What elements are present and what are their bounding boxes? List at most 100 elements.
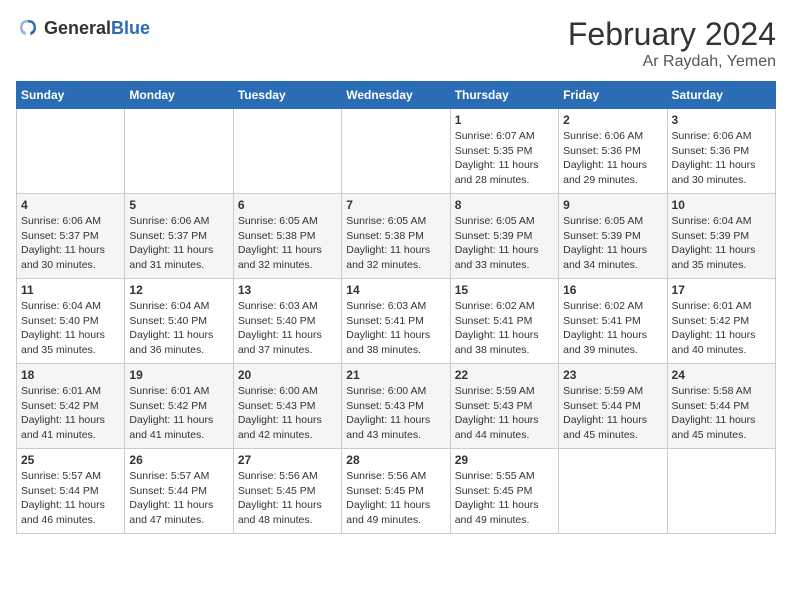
day-detail: Sunrise: 5:58 AMSunset: 5:44 PMDaylight:… [672, 384, 771, 443]
logo-text: GeneralBlue [44, 18, 150, 39]
calendar-cell: 28 Sunrise: 5:56 AMSunset: 5:45 PMDayligh… [342, 449, 450, 534]
calendar-cell: 2 Sunrise: 6:06 AMSunset: 5:36 PMDaylight… [559, 109, 667, 194]
logo-blue: Blue [111, 18, 150, 38]
day-number: 17 [672, 283, 771, 297]
day-detail: Sunrise: 5:57 AMSunset: 5:44 PMDaylight:… [21, 469, 120, 528]
calendar-cell: 12Sunrise: 6:04 AMSunset: 5:40 PMDayligh… [125, 279, 233, 364]
calendar-week-2: 4 Sunrise: 6:06 AMSunset: 5:37 PMDaylight… [17, 194, 776, 279]
day-detail: Sunrise: 6:05 AMSunset: 5:39 PMDaylight:… [455, 214, 554, 273]
calendar-cell: 5 Sunrise: 6:06 AMSunset: 5:37 PMDaylight… [125, 194, 233, 279]
day-detail: Sunrise: 5:57 AMSunset: 5:44 PMDaylight:… [129, 469, 228, 528]
day-number: 9 [563, 198, 662, 212]
day-number: 6 [238, 198, 337, 212]
day-number: 14 [346, 283, 445, 297]
calendar-cell: 29 Sunrise: 5:55 AMSunset: 5:45 PMDayligh… [450, 449, 558, 534]
calendar-cell: 16 Sunrise: 6:02 AMSunset: 5:41 PMDayligh… [559, 279, 667, 364]
day-number: 8 [455, 198, 554, 212]
calendar-header-row: SundayMondayTuesdayWednesdayThursdayFrid… [17, 82, 776, 109]
day-number: 26 [129, 453, 228, 467]
main-title: February 2024 [568, 16, 776, 53]
calendar-cell [17, 109, 125, 194]
calendar-cell [342, 109, 450, 194]
day-number: 3 [672, 113, 771, 127]
day-number: 20 [238, 368, 337, 382]
day-detail: Sunrise: 6:01 AMSunset: 5:42 PMDaylight:… [129, 384, 228, 443]
day-number: 16 [563, 283, 662, 297]
day-detail: Sunrise: 6:00 AMSunset: 5:43 PMDaylight:… [346, 384, 445, 443]
column-header-wednesday: Wednesday [342, 82, 450, 109]
day-detail: Sunrise: 6:06 AMSunset: 5:36 PMDaylight:… [563, 129, 662, 188]
calendar-cell: 8 Sunrise: 6:05 AMSunset: 5:39 PMDaylight… [450, 194, 558, 279]
day-detail: Sunrise: 6:03 AMSunset: 5:41 PMDaylight:… [346, 299, 445, 358]
day-detail: Sunrise: 5:56 AMSunset: 5:45 PMDaylight:… [346, 469, 445, 528]
calendar-cell: 17 Sunrise: 6:01 AMSunset: 5:42 PMDayligh… [667, 279, 775, 364]
column-header-sunday: Sunday [17, 82, 125, 109]
calendar-cell: 19Sunrise: 6:01 AMSunset: 5:42 PMDayligh… [125, 364, 233, 449]
day-number: 1 [455, 113, 554, 127]
calendar-cell: 13 Sunrise: 6:03 AMSunset: 5:40 PMDayligh… [233, 279, 341, 364]
day-number: 25 [21, 453, 120, 467]
day-number: 2 [563, 113, 662, 127]
logo-icon [16, 16, 40, 40]
day-number: 4 [21, 198, 120, 212]
day-number: 28 [346, 453, 445, 467]
day-number: 18 [21, 368, 120, 382]
calendar-week-5: 25 Sunrise: 5:57 AMSunset: 5:44 PMDayligh… [17, 449, 776, 534]
calendar-cell: 3 Sunrise: 6:06 AMSunset: 5:36 PMDaylight… [667, 109, 775, 194]
day-detail: Sunrise: 6:06 AMSunset: 5:37 PMDaylight:… [129, 214, 228, 273]
day-detail: Sunrise: 6:06 AMSunset: 5:37 PMDaylight:… [21, 214, 120, 273]
day-detail: Sunrise: 5:59 AMSunset: 5:43 PMDaylight:… [455, 384, 554, 443]
calendar-cell: 27 Sunrise: 5:56 AMSunset: 5:45 PMDayligh… [233, 449, 341, 534]
calendar-cell [559, 449, 667, 534]
day-detail: Sunrise: 6:02 AMSunset: 5:41 PMDaylight:… [563, 299, 662, 358]
day-detail: Sunrise: 6:02 AMSunset: 5:41 PMDaylight:… [455, 299, 554, 358]
day-detail: Sunrise: 6:05 AMSunset: 5:39 PMDaylight:… [563, 214, 662, 273]
day-number: 29 [455, 453, 554, 467]
calendar-cell: 18Sunrise: 6:01 AMSunset: 5:42 PMDayligh… [17, 364, 125, 449]
day-detail: Sunrise: 5:55 AMSunset: 5:45 PMDaylight:… [455, 469, 554, 528]
logo: GeneralBlue [16, 16, 150, 40]
day-number: 5 [129, 198, 228, 212]
title-section: February 2024 Ar Raydah, Yemen [568, 16, 776, 71]
logo-general: General [44, 18, 111, 38]
calendar-cell: 25 Sunrise: 5:57 AMSunset: 5:44 PMDayligh… [17, 449, 125, 534]
day-detail: Sunrise: 6:04 AMSunset: 5:40 PMDaylight:… [21, 299, 120, 358]
day-detail: Sunrise: 5:56 AMSunset: 5:45 PMDaylight:… [238, 469, 337, 528]
calendar-cell: 21 Sunrise: 6:00 AMSunset: 5:43 PMDayligh… [342, 364, 450, 449]
day-number: 12 [129, 283, 228, 297]
day-number: 13 [238, 283, 337, 297]
calendar-week-3: 11Sunrise: 6:04 AMSunset: 5:40 PMDayligh… [17, 279, 776, 364]
column-header-monday: Monday [125, 82, 233, 109]
day-number: 22 [455, 368, 554, 382]
calendar-cell [233, 109, 341, 194]
day-number: 27 [238, 453, 337, 467]
calendar-cell: 14 Sunrise: 6:03 AMSunset: 5:41 PMDayligh… [342, 279, 450, 364]
calendar-cell: 4 Sunrise: 6:06 AMSunset: 5:37 PMDaylight… [17, 194, 125, 279]
subtitle: Ar Raydah, Yemen [568, 53, 776, 71]
calendar-cell: 23Sunrise: 5:59 AMSunset: 5:44 PMDayligh… [559, 364, 667, 449]
day-detail: Sunrise: 6:05 AMSunset: 5:38 PMDaylight:… [238, 214, 337, 273]
day-detail: Sunrise: 6:01 AMSunset: 5:42 PMDaylight:… [672, 299, 771, 358]
calendar-cell [125, 109, 233, 194]
day-detail: Sunrise: 6:06 AMSunset: 5:36 PMDaylight:… [672, 129, 771, 188]
column-header-thursday: Thursday [450, 82, 558, 109]
calendar-week-4: 18 Sunrise: 6:01 AMSunset: 5:42 PMDayligh… [17, 364, 776, 449]
calendar-cell: 24Sunrise: 5:58 AMSunset: 5:44 PMDayligh… [667, 364, 775, 449]
calendar-week-1: 1 Sunrise: 6:07 AMSunset: 5:35 PMDaylight… [17, 109, 776, 194]
calendar-cell: 7 Sunrise: 6:05 AMSunset: 5:38 PMDaylight… [342, 194, 450, 279]
day-number: 21 [346, 368, 445, 382]
calendar-cell [667, 449, 775, 534]
day-detail: Sunrise: 6:07 AMSunset: 5:35 PMDaylight:… [455, 129, 554, 188]
calendar-cell: 11Sunrise: 6:04 AMSunset: 5:40 PMDayligh… [17, 279, 125, 364]
day-detail: Sunrise: 6:05 AMSunset: 5:38 PMDaylight:… [346, 214, 445, 273]
day-detail: Sunrise: 6:03 AMSunset: 5:40 PMDaylight:… [238, 299, 337, 358]
day-number: 7 [346, 198, 445, 212]
calendar-cell: 22 Sunrise: 5:59 AMSunset: 5:43 PMDayligh… [450, 364, 558, 449]
calendar-table: SundayMondayTuesdayWednesdayThursdayFrid… [16, 81, 776, 534]
header: GeneralBlue February 2024 Ar Raydah, Yem… [16, 16, 776, 71]
calendar-cell: 9 Sunrise: 6:05 AMSunset: 5:39 PMDaylight… [559, 194, 667, 279]
column-header-tuesday: Tuesday [233, 82, 341, 109]
column-header-friday: Friday [559, 82, 667, 109]
day-detail: Sunrise: 6:00 AMSunset: 5:43 PMDaylight:… [238, 384, 337, 443]
day-number: 15 [455, 283, 554, 297]
